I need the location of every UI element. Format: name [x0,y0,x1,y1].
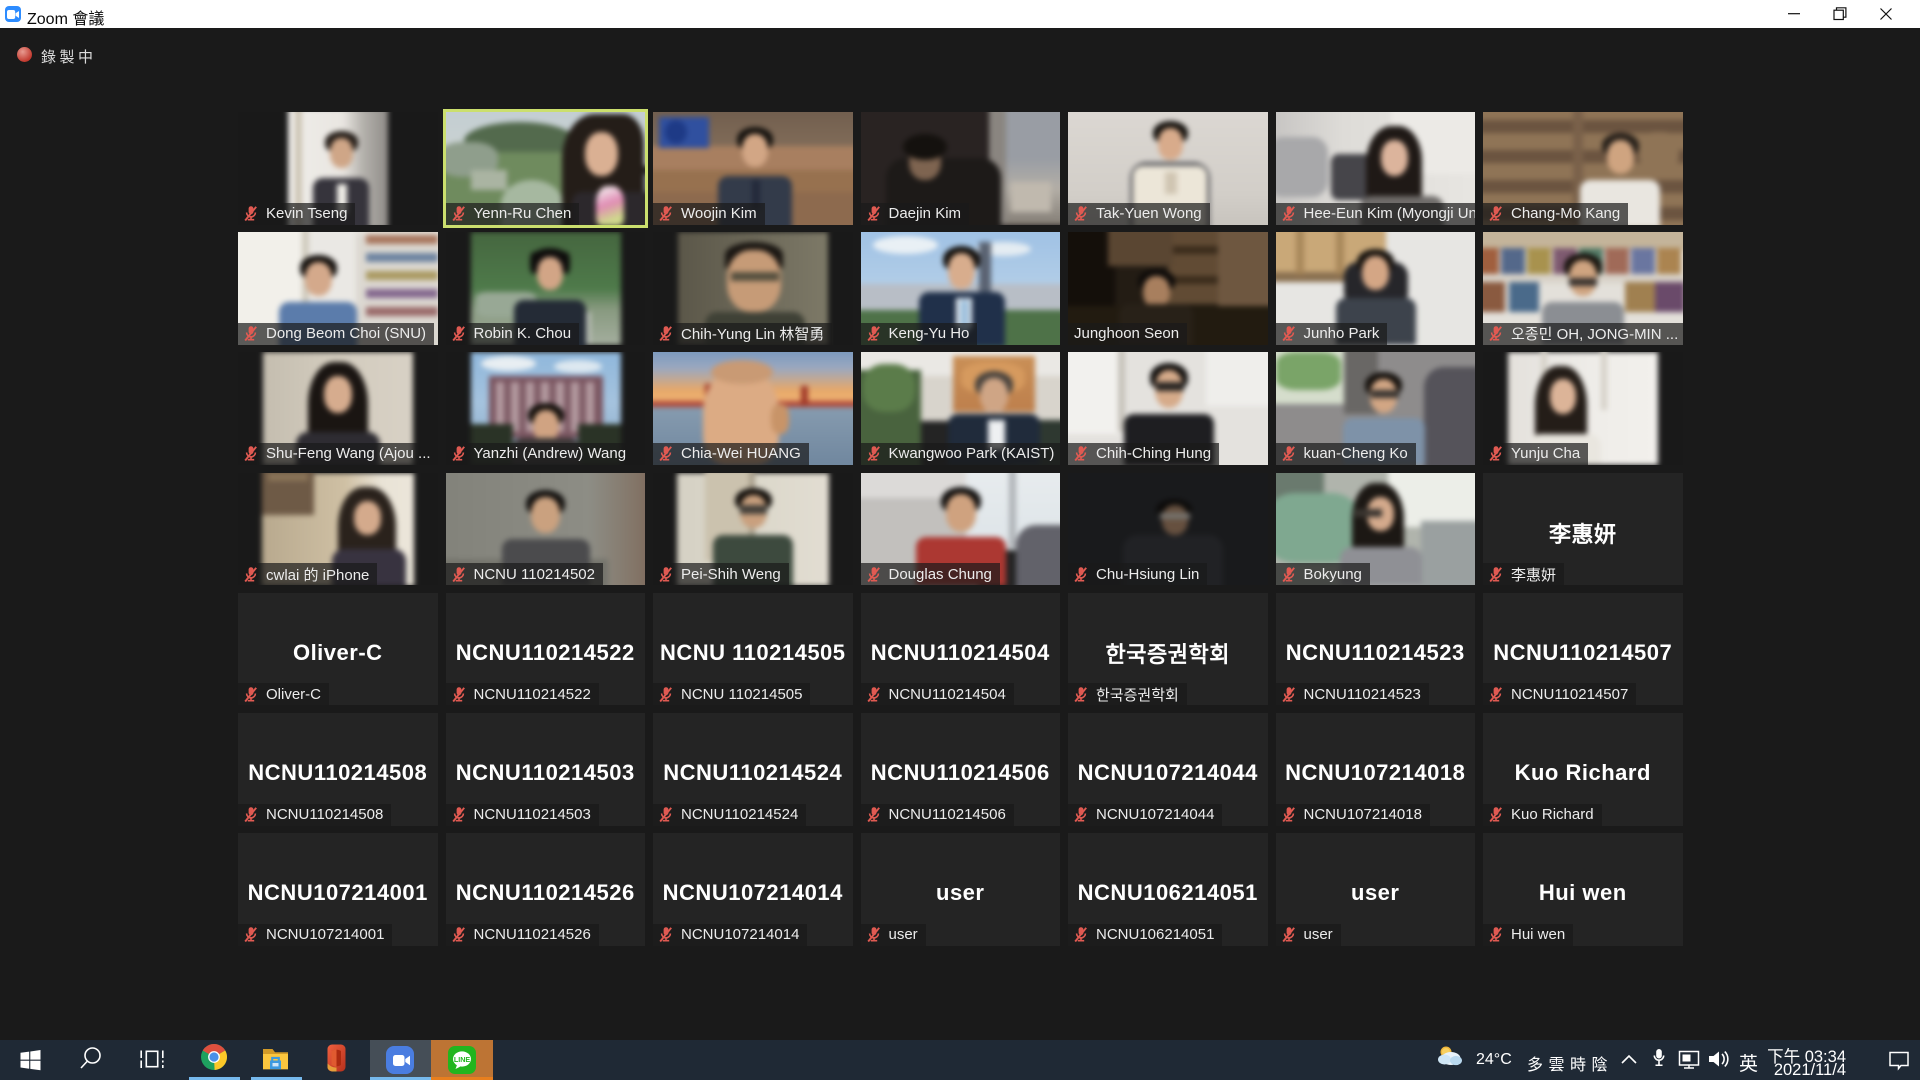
svg-text:LINE: LINE [454,1054,471,1063]
